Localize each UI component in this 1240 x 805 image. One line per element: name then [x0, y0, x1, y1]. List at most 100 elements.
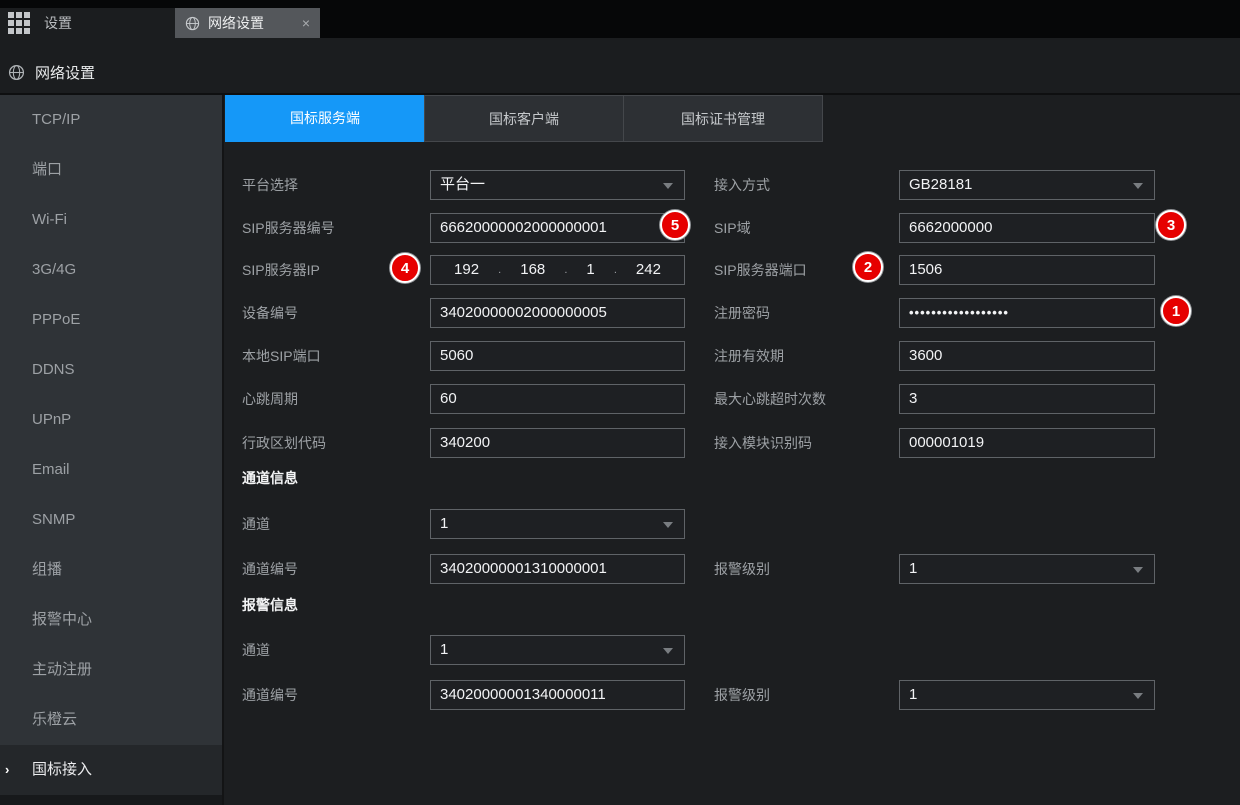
sidebar-item-3g4g[interactable]: 3G/4G	[0, 245, 222, 295]
callout-badge-4: 4	[390, 253, 420, 283]
sip-server-ip-label: SIP服务器IP	[242, 255, 320, 285]
sidebar-item-ddns[interactable]: DDNS	[0, 345, 222, 395]
sidebar-item-tcpip[interactable]: TCP/IP	[0, 95, 222, 145]
chevron-right-icon: ›	[5, 745, 9, 795]
sidebar-item-email[interactable]: Email	[0, 445, 222, 495]
platform-select[interactable]: 平台一	[430, 170, 685, 200]
tab-gb-cert-mgmt[interactable]: 国标证书管理	[623, 95, 823, 142]
tab-gb-server[interactable]: 国标服务端	[225, 95, 425, 142]
sidebar: TCP/IP 端口 Wi-Fi 3G/4G PPPoE DDNS UPnP Em…	[0, 95, 222, 805]
register-valid-input[interactable]: 3600	[899, 341, 1155, 371]
channel-select-label: 通道	[242, 509, 270, 539]
alarm-channel-id-label: 通道编号	[242, 680, 298, 710]
platform-select-value: 平台一	[440, 176, 485, 193]
ip-dot: .	[564, 256, 567, 284]
ip-octet-3[interactable]: 1	[586, 256, 594, 284]
region-code-input[interactable]: 340200	[430, 428, 685, 458]
channel-select-value: 1	[440, 515, 448, 532]
platform-select-label: 平台选择	[242, 170, 298, 200]
sip-domain-label: SIP域	[714, 213, 751, 243]
sip-server-id-label: SIP服务器编号	[242, 213, 335, 243]
alarm-channel-select[interactable]: 1	[430, 635, 685, 665]
max-heartbeat-timeout-input[interactable]: 3	[899, 384, 1155, 414]
sidebar-item-snmp[interactable]: SNMP	[0, 495, 222, 545]
access-type-label: 接入方式	[714, 170, 770, 200]
callout-badge-5: 5	[660, 210, 690, 240]
register-password-input[interactable]: ••••••••••••••••••	[899, 298, 1155, 328]
alarm-info-alarm-level-select[interactable]: 1	[899, 680, 1155, 710]
chevron-down-icon	[663, 183, 673, 189]
device-id-input[interactable]: 34020000002000000005	[430, 298, 685, 328]
globe-icon	[8, 64, 25, 81]
sidebar-item-upnp[interactable]: UPnP	[0, 395, 222, 445]
alarm-level-select[interactable]: 1	[899, 554, 1155, 584]
access-type-value: GB28181	[909, 176, 972, 193]
sidebar-item-multicast[interactable]: 组播	[0, 545, 222, 595]
tab-network-settings[interactable]: 网络设置 ×	[175, 8, 320, 38]
sidebar-bottom-strip	[0, 795, 222, 805]
local-sip-port-input[interactable]: 5060	[430, 341, 685, 371]
device-id-label: 设备编号	[242, 298, 298, 328]
channel-id-input[interactable]: 34020000001310000001	[430, 554, 685, 584]
local-sip-port-label: 本地SIP端口	[242, 341, 321, 371]
ip-dot: .	[614, 256, 617, 284]
chevron-down-icon	[1133, 693, 1143, 699]
content-panel: 国标服务端 国标客户端 国标证书管理 平台选择 平台一 接入方式 GB28181…	[222, 95, 1240, 805]
sidebar-item-port[interactable]: 端口	[0, 145, 222, 195]
ip-dot: .	[498, 256, 501, 284]
max-heartbeat-timeout-label: 最大心跳超时次数	[714, 384, 826, 414]
sidebar-item-alarm-center[interactable]: 报警中心	[0, 595, 222, 645]
ip-octet-4[interactable]: 242	[636, 256, 661, 284]
callout-badge-1: 1	[1161, 296, 1191, 326]
sidebar-item-auto-register[interactable]: 主动注册	[0, 645, 222, 695]
tab-strip: 国标服务端 国标客户端 国标证书管理	[225, 95, 823, 142]
channel-id-label: 通道编号	[242, 554, 298, 584]
sip-server-port-label: SIP服务器端口	[714, 255, 807, 285]
sip-server-port-input[interactable]: 1506	[899, 255, 1155, 285]
home-tab-settings[interactable]: 设置	[0, 8, 175, 38]
chevron-down-icon	[1133, 183, 1143, 189]
access-module-id-label: 接入模块识别码	[714, 428, 812, 458]
sidebar-item-pppoe[interactable]: PPPoE	[0, 295, 222, 345]
channel-select[interactable]: 1	[430, 509, 685, 539]
app-window: 设置 网络设置 × 网络设置 TCP/IP 端口 Wi-Fi 3G/4G PP	[0, 0, 1240, 805]
doc-tab-label: 网络设置	[208, 13, 294, 33]
alarm-channel-select-value: 1	[440, 641, 448, 658]
ip-octet-1[interactable]: 192	[454, 256, 479, 284]
top-tab-bar: 设置 网络设置 ×	[0, 0, 1240, 38]
chevron-down-icon	[663, 522, 673, 528]
heartbeat-period-input[interactable]: 60	[430, 384, 685, 414]
sip-server-id-input[interactable]: 66620000002000000001	[430, 213, 685, 243]
home-tab-label: 设置	[44, 13, 72, 33]
alarm-info-section-title: 报警信息	[242, 595, 298, 615]
tab-gb-client[interactable]: 国标客户端	[424, 95, 624, 142]
alarm-channel-id-input[interactable]: 34020000001340000011	[430, 680, 685, 710]
alarm-info-alarm-level-label: 报警级别	[714, 680, 770, 710]
alarm-level-label: 报警级别	[714, 554, 770, 584]
alarm-info-alarm-level-value: 1	[909, 686, 917, 703]
apps-grid-icon	[8, 12, 30, 34]
sidebar-item-lechange[interactable]: 乐橙云	[0, 695, 222, 745]
page-header: 网络设置	[0, 38, 1240, 95]
callout-badge-3: 3	[1156, 210, 1186, 240]
close-icon[interactable]: ×	[302, 16, 310, 30]
sidebar-item-label: 国标接入	[32, 761, 92, 778]
access-module-id-input[interactable]: 000001019	[899, 428, 1155, 458]
sidebar-item-gb28181[interactable]: › 国标接入	[0, 745, 222, 795]
callout-badge-2: 2	[853, 252, 883, 282]
channel-info-section-title: 通道信息	[242, 468, 298, 488]
main-area: TCP/IP 端口 Wi-Fi 3G/4G PPPoE DDNS UPnP Em…	[0, 95, 1240, 805]
sidebar-item-wifi[interactable]: Wi-Fi	[0, 195, 222, 245]
sip-server-ip-input[interactable]: 192 . 168 . 1 . 242	[430, 255, 685, 285]
access-type-select[interactable]: GB28181	[899, 170, 1155, 200]
page-title: 网络设置	[35, 62, 95, 83]
register-valid-label: 注册有效期	[714, 341, 784, 371]
ip-octet-2[interactable]: 168	[520, 256, 545, 284]
sip-domain-input[interactable]: 6662000000	[899, 213, 1155, 243]
alarm-level-value: 1	[909, 560, 917, 577]
heartbeat-period-label: 心跳周期	[242, 384, 298, 414]
region-code-label: 行政区划代码	[242, 428, 326, 458]
chevron-down-icon	[1133, 567, 1143, 573]
register-password-label: 注册密码	[714, 298, 770, 328]
globe-icon	[185, 16, 200, 31]
